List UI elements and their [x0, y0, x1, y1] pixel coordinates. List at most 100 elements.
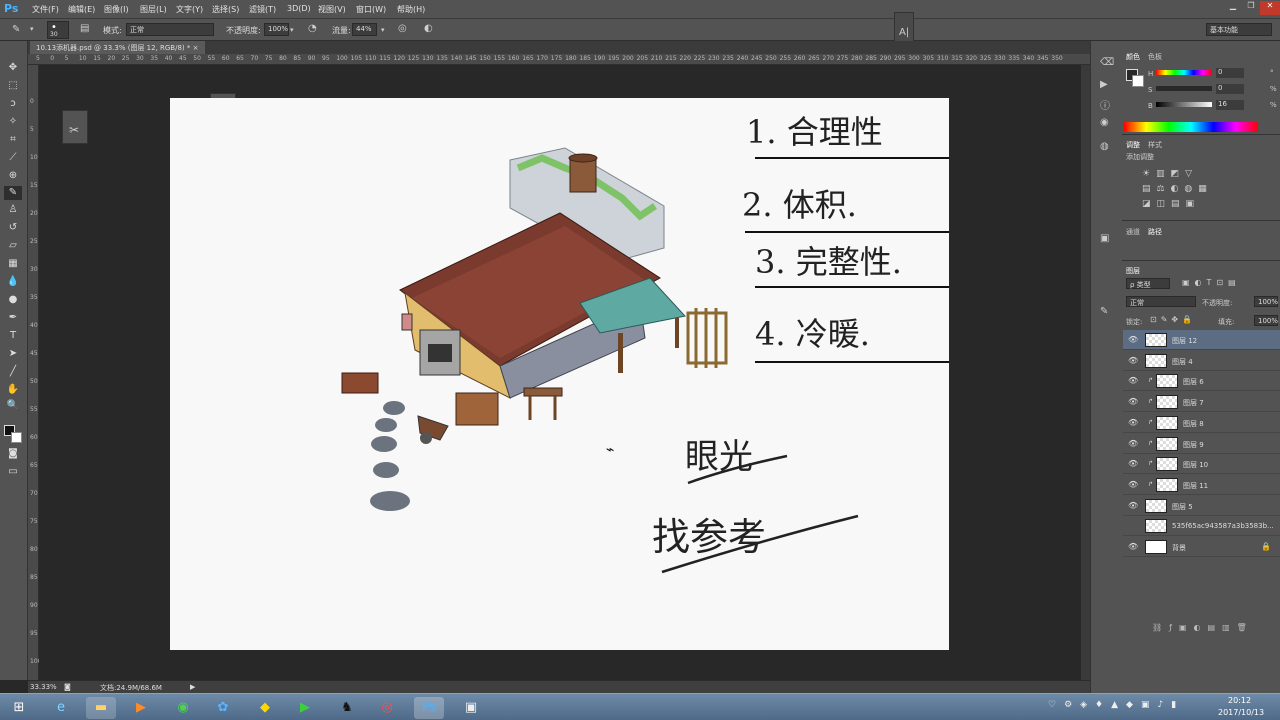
pressure-opacity-icon[interactable]: ◔ — [308, 24, 317, 34]
visibility-eye-icon[interactable]: 👁 — [1128, 501, 1138, 510]
layer-footer-buttons[interactable]: ⛓ƒ▣◐▤▥🗑 — [1152, 623, 1278, 633]
tab-swatches[interactable]: 色板 — [1148, 52, 1162, 62]
path-select-icon[interactable]: ➤ — [4, 347, 22, 361]
layer-filter-select[interactable]: ρ 类型 — [1126, 278, 1170, 289]
layer-row[interactable]: 535f65ac943587a3b3583b... — [1123, 516, 1280, 537]
tab-layers[interactable]: 图层 — [1126, 266, 1140, 276]
background-swatch[interactable] — [1132, 75, 1144, 87]
lock-icons[interactable]: ⊡✎✥🔒 — [1150, 315, 1206, 326]
fill-input[interactable]: 100% — [1254, 315, 1278, 326]
restore-button[interactable]: ❐ — [1242, 1, 1260, 15]
layer-opacity-input[interactable]: 100% — [1254, 296, 1278, 307]
stamp-tool-icon[interactable]: ♙ — [4, 203, 22, 217]
visibility-eye-icon[interactable]: 👁 — [1128, 418, 1138, 427]
tab-styles[interactable]: 样式 — [1148, 140, 1162, 150]
layer-row[interactable]: 👁 图层 5 — [1123, 496, 1280, 516]
brush-presets-dock-icon[interactable]: ✎ — [1100, 306, 1108, 317]
app-icon[interactable]: ◆ — [250, 697, 280, 719]
eraser-tool-icon[interactable]: ▱ — [4, 239, 22, 253]
marquee-tool-icon[interactable]: ⬚ — [4, 79, 22, 93]
library-panel-icon[interactable]: ◉ — [1100, 117, 1109, 128]
layer-filter-icons[interactable]: ▣◐T⊡▤ — [1182, 278, 1280, 289]
type-tool-icon[interactable]: T — [4, 329, 22, 343]
tab-paths[interactable]: 路径 — [1148, 227, 1162, 237]
lasso-tool-icon[interactable]: ↄ — [4, 97, 22, 111]
system-tray-icons[interactable]: ♡⚙◈♦▲◆▣♪▮ — [1048, 700, 1208, 714]
hue-input[interactable]: 0 — [1216, 68, 1244, 78]
adjustment-icons[interactable]: ☀▥◩▽ ▤⚖◐◍▦ ◪◫▤▣ — [1142, 167, 1252, 213]
video-app-icon[interactable]: ▣ — [456, 697, 486, 719]
flow-dropdown-icon[interactable]: ▾ — [381, 25, 385, 35]
player-icon[interactable]: ▶ — [126, 697, 156, 719]
opacity-input[interactable]: 100% — [264, 23, 289, 36]
pressure-size-icon[interactable]: ◐ — [424, 24, 433, 34]
tab-adjustments[interactable]: 调整 — [1126, 140, 1140, 150]
healing-tool-icon[interactable]: ⊕ — [4, 169, 22, 183]
visibility-eye-icon[interactable]: 👁 — [1128, 459, 1138, 468]
background-color-swatch[interactable] — [11, 432, 22, 443]
browser-360-icon[interactable]: ◉ — [168, 697, 198, 719]
menu-item[interactable]: 帮助(H) — [397, 4, 425, 15]
menu-item[interactable]: 编辑(E) — [68, 4, 95, 15]
hand-tool-icon[interactable]: ✋ — [4, 383, 22, 397]
menu-item[interactable]: 窗口(W) — [356, 4, 386, 15]
zoom-level[interactable]: 33.33% — [30, 683, 57, 691]
screen-mode-icon[interactable]: ▭ — [4, 465, 22, 479]
menu-item[interactable]: 文件(F) — [32, 4, 59, 15]
menu-item[interactable]: 图层(L) — [140, 4, 167, 15]
menu-item[interactable]: 滤镜(T) — [249, 4, 276, 15]
character-icon[interactable]: A| — [899, 27, 909, 38]
properties-panel-icon[interactable]: ▣ — [1100, 233, 1109, 244]
media-icon[interactable]: ▶ — [290, 697, 320, 719]
zoom-tool-icon[interactable]: 🔍 — [4, 399, 22, 413]
airbrush-icon[interactable]: ◎ — [398, 24, 407, 34]
crop-tool-icon[interactable]: ⌗ — [4, 133, 22, 147]
photoshop-taskbar-icon[interactable]: Ps — [414, 697, 444, 719]
visibility-eye-icon[interactable]: 👁 — [1128, 335, 1138, 344]
opacity-dropdown-icon[interactable]: ▾ — [290, 25, 294, 35]
menu-item[interactable]: 文字(Y) — [176, 4, 203, 15]
vertical-scrollbar[interactable] — [1081, 65, 1090, 680]
layer-row[interactable]: 👁 ↱ 图层 7 — [1123, 392, 1280, 413]
tab-color[interactable]: 颜色 — [1126, 52, 1140, 62]
visibility-eye-icon[interactable]: 👁 — [1128, 356, 1138, 365]
brush-tool-icon[interactable]: ✎ — [12, 25, 20, 35]
layer-row[interactable]: 👁 图层 12 — [1123, 330, 1280, 350]
qq-icon[interactable]: ♞ — [332, 697, 362, 719]
tab-channels[interactable]: 通道 — [1126, 227, 1140, 237]
actions-panel-icon[interactable]: ▶ — [1100, 79, 1108, 90]
explorer-icon[interactable]: ▬ — [86, 697, 116, 719]
gradient-tool-icon[interactable]: ▦ — [4, 257, 22, 271]
visibility-eye-icon[interactable]: 👁 — [1128, 397, 1138, 406]
layer-row[interactable]: 👁 ↱ 图层 8 — [1123, 413, 1280, 433]
tools-icon[interactable]: ✂ — [69, 123, 79, 137]
brush-tool-icon[interactable]: ✎ — [4, 186, 22, 200]
layer-row[interactable]: 👁 ↱ 图层 6 — [1123, 371, 1280, 392]
history-brush-icon[interactable]: ↺ — [4, 221, 22, 235]
layer-row[interactable]: 👁 图层 4 — [1123, 351, 1280, 371]
layer-row[interactable]: 👁 ↱ 图层 10 — [1123, 454, 1280, 475]
line-tool-icon[interactable]: ╱ — [4, 365, 22, 379]
visibility-eye-icon[interactable]: 👁 — [1128, 376, 1138, 385]
layer-row[interactable]: 👁 背景 🔒 — [1123, 537, 1280, 557]
brush-panel-icon[interactable]: ▤ — [80, 24, 89, 34]
visibility-eye-icon[interactable]: 👁 — [1128, 439, 1138, 448]
saturation-input[interactable]: 0 — [1216, 84, 1244, 94]
chrome-icon[interactable]: ◎ — [372, 697, 402, 719]
hue-slider[interactable] — [1156, 70, 1212, 75]
document-canvas[interactable]: 1. 合理性 2. 体积. 3. 完整性. 4. 冷暖. 眼光 找参考 ⌁ — [170, 98, 949, 650]
quick-mask-icon[interactable]: ◙ — [4, 447, 22, 461]
blur-tool-icon[interactable]: 💧 — [4, 275, 22, 289]
quick-select-icon[interactable]: ✧ — [4, 115, 22, 129]
workspace-select[interactable]: 基本功能 — [1206, 23, 1272, 36]
dodge-tool-icon[interactable]: ● — [4, 293, 22, 307]
visibility-eye-icon[interactable]: 👁 — [1128, 480, 1138, 489]
color-ramp[interactable] — [1124, 122, 1258, 132]
close-button[interactable]: ✕ — [1260, 1, 1280, 15]
saturation-slider[interactable] — [1156, 86, 1212, 91]
brush-preset-picker[interactable]: • 30 — [47, 21, 69, 39]
info-panel-icon[interactable]: ⓘ — [1100, 97, 1110, 112]
minimize-button[interactable]: ▁ — [1224, 1, 1242, 15]
close-tab-icon[interactable]: × — [193, 44, 199, 52]
status-menu-icon[interactable]: ◙ — [64, 683, 71, 691]
